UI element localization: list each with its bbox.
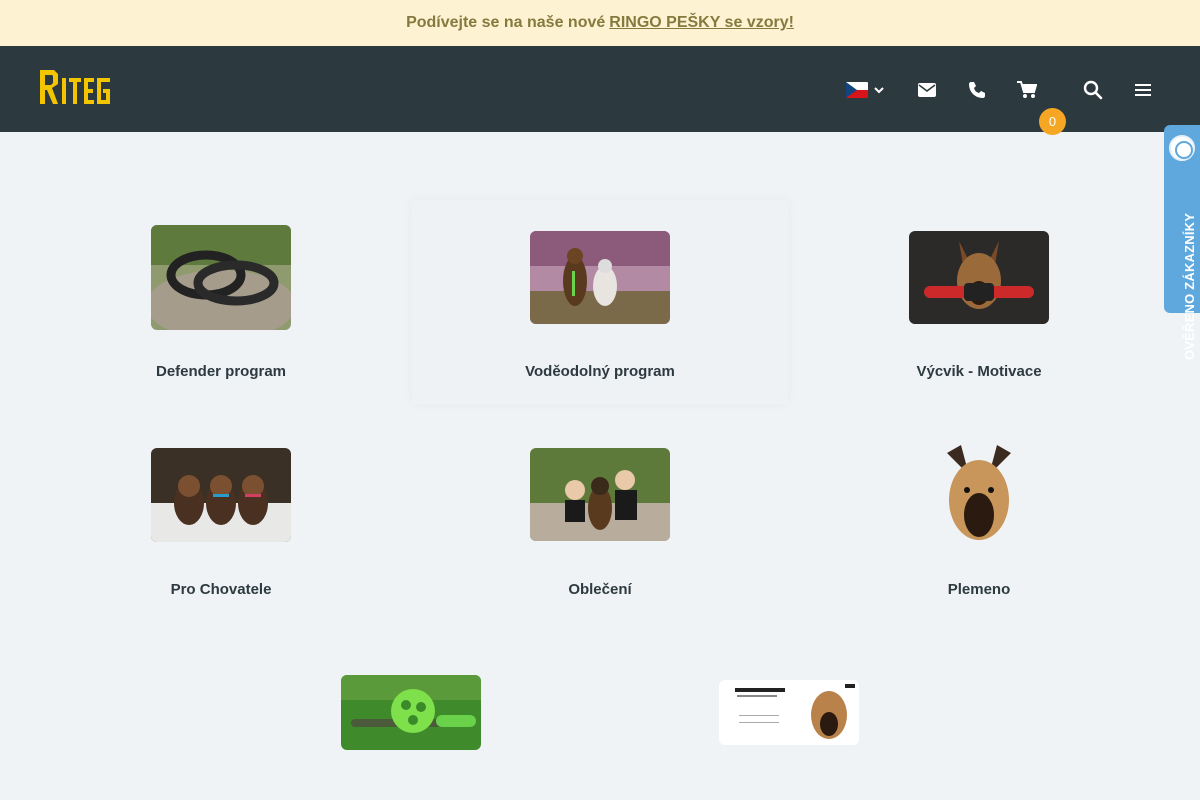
cart-icon: [1017, 81, 1037, 98]
category-label: Defender program: [155, 363, 287, 380]
category-toys[interactable]: [261, 660, 561, 800]
site-header: 0: [0, 46, 1200, 135]
cart-button[interactable]: [1013, 76, 1041, 104]
category-label: Oblečení: [568, 581, 632, 598]
cart-count-badge: 0: [1039, 108, 1066, 135]
mail-icon: [918, 83, 936, 97]
kids-with-dog-image: [530, 448, 670, 541]
category-breed[interactable]: Plemeno: [829, 430, 1129, 620]
category-waterproof[interactable]: Voděodolný program: [412, 200, 788, 404]
ritega-logo[interactable]: [36, 66, 112, 108]
verified-badge-text: OVĚŘENO ZÁKAZNÍKY: [1182, 212, 1197, 360]
malinois-tug-image: [909, 231, 1049, 324]
category-label: Výcvik - Motivace: [916, 363, 1042, 380]
category-label: Voděodolný program: [525, 363, 675, 380]
chevron-down-icon: [874, 87, 884, 94]
mail-button[interactable]: [913, 76, 941, 104]
menu-icon: [1135, 84, 1151, 96]
gift-voucher-image: [719, 680, 859, 745]
verified-seal-icon: [1169, 135, 1195, 161]
puppies-image: [151, 448, 291, 542]
category-clothing[interactable]: Oblečení: [450, 430, 750, 620]
verified-customers-badge[interactable]: OVĚŘENO ZÁKAZNÍKY: [1164, 125, 1200, 360]
language-selector[interactable]: [846, 76, 890, 104]
promo-link[interactable]: RINGO PEŠKY se vzory!: [609, 14, 794, 32]
search-icon: [1083, 80, 1103, 100]
category-breeders[interactable]: Pro Chovatele: [71, 430, 371, 620]
category-training[interactable]: Výcvik - Motivace: [829, 200, 1129, 400]
category-defender[interactable]: Defender program: [71, 200, 371, 400]
category-label: Plemeno: [947, 581, 1011, 598]
category-label: Pro Chovatele: [170, 581, 272, 598]
search-button[interactable]: [1079, 76, 1107, 104]
menu-button[interactable]: [1129, 76, 1157, 104]
promo-text: Podívejte se na naše nové: [406, 14, 606, 31]
ball-toy-image: [341, 675, 481, 750]
collar-image: [151, 225, 291, 330]
malinois-portrait-image: [939, 445, 1019, 553]
phone-icon: [969, 82, 985, 98]
category-gift-voucher[interactable]: [639, 660, 939, 800]
promo-bar: Podívejte se na naše nové RINGO PEŠKY se…: [0, 0, 1200, 46]
dogs-field-image: [530, 231, 670, 324]
cz-flag-icon: [846, 82, 868, 98]
phone-button[interactable]: [963, 76, 991, 104]
